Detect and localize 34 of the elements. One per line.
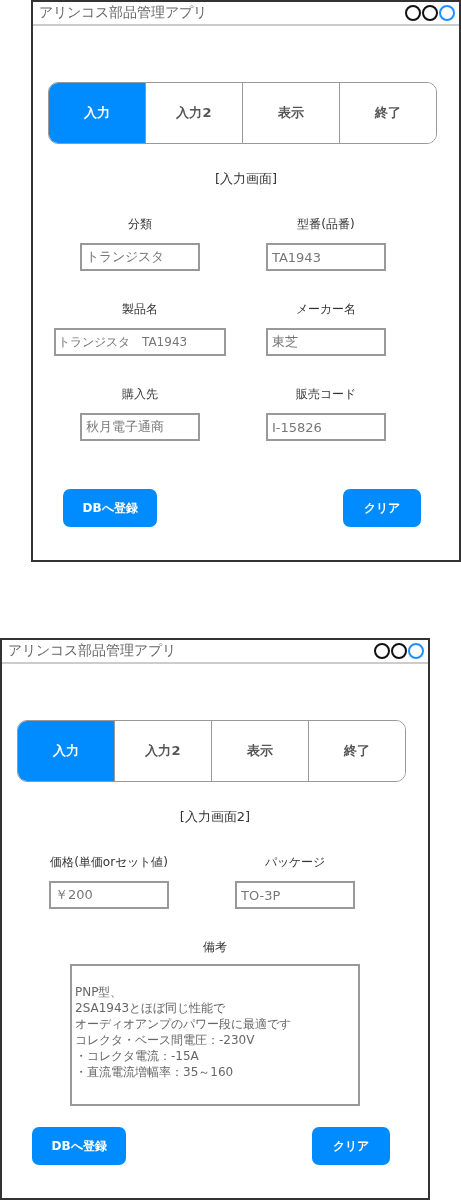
field-label: 販売コード [296,386,356,403]
field-label: 型番(品番) [297,216,355,233]
tab[interactable]: 終了 [308,721,405,781]
input-field[interactable]: 秋月電子通商 [80,413,200,441]
input-field[interactable]: TA1943 [266,243,386,271]
notes-field[interactable]: PNP型、 2SA1943とほぼ同じ性能で オーディオアンプのパワー段に最適です コレクタ・ベース間電圧：-230V ・コレクタ電流：-15A ・直流電流増幅率：35～160 [70,964,360,1106]
circle-icon[interactable] [391,643,407,659]
tab[interactable]: 入力 [49,83,145,143]
input-field[interactable]: トランジスタ [80,243,200,271]
field-label: 価格(単価orセット値) [50,854,168,871]
field-label: 製品名 [122,301,158,318]
register-button[interactable]: DBへ登録 [32,1127,126,1165]
field-label: 備考 [203,939,227,956]
clear-button[interactable]: クリア [312,1127,390,1165]
tab[interactable]: 終了 [339,83,436,143]
field-label: パッケージ [265,854,325,871]
window-title: アリンコス部品管理アプリ [8,642,177,660]
field-label: メーカー名 [296,301,356,318]
input-field[interactable]: ￥200 [49,881,169,909]
input-field[interactable]: I-15826 [266,413,386,441]
input-field[interactable]: 東芝 [266,328,386,356]
circle-icon[interactable] [374,643,390,659]
circle-icon[interactable] [405,5,421,21]
circle-icon[interactable] [422,5,438,21]
screen-heading: [入力画面2] [178,808,252,826]
field-label: 購入先 [122,386,158,403]
window-title: アリンコス部品管理アプリ [39,4,208,22]
tab[interactable]: 入力 [18,721,114,781]
screen-heading: [入力画面] [213,170,279,188]
register-button[interactable]: DBへ登録 [63,489,157,527]
field-label: 分類 [128,216,152,233]
input-field[interactable]: TO-3P [235,881,355,909]
input-field[interactable]: トランジスタ TA1943 [54,328,226,356]
clear-button[interactable]: クリア [343,489,421,527]
